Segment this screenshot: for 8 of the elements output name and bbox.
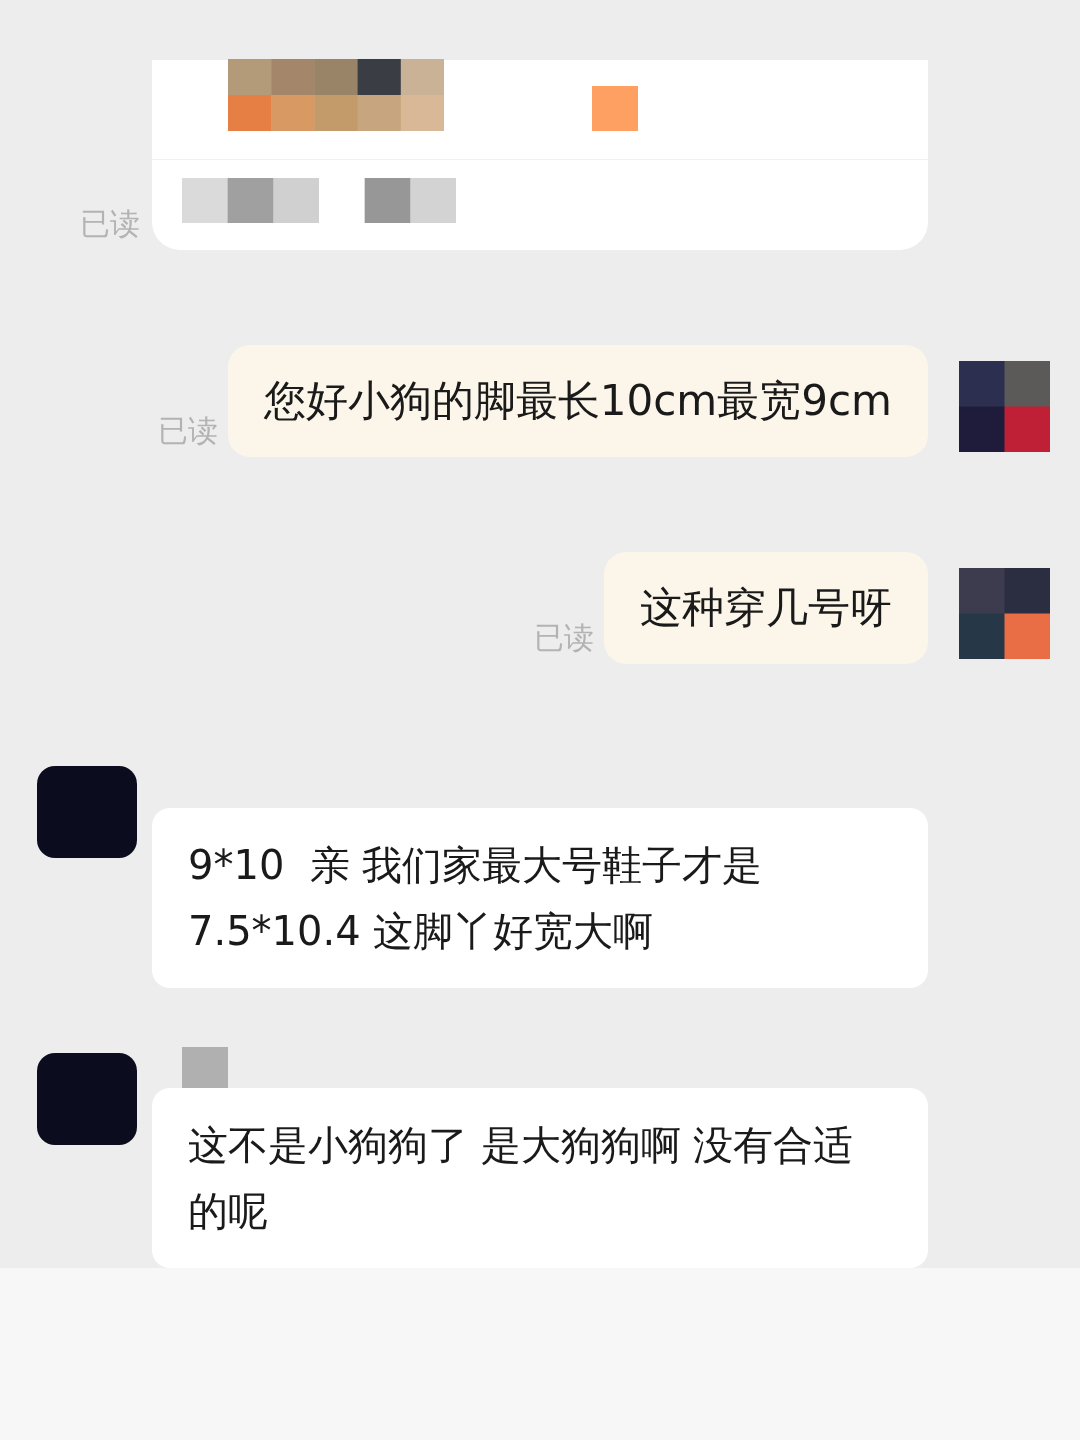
read-receipt: 已读 bbox=[534, 620, 594, 655]
read-receipt: 已读 bbox=[80, 206, 140, 241]
read-receipt: 已读 bbox=[157, 413, 218, 448]
product-card[interactable] bbox=[152, 60, 928, 250]
message-bubble: 这不是小狗狗了 是大狗狗啊 没有合适的呢 bbox=[152, 1088, 928, 1268]
message-bubble: 9*10 亲 我们家最大号鞋子才是 7.5*10.4 这脚丫好宽大啊 bbox=[152, 808, 928, 988]
message-bubble: 这种穿几号呀 bbox=[604, 552, 928, 664]
message-bubble: 您好小狗的脚最长10cm最宽9cm bbox=[227, 345, 928, 457]
